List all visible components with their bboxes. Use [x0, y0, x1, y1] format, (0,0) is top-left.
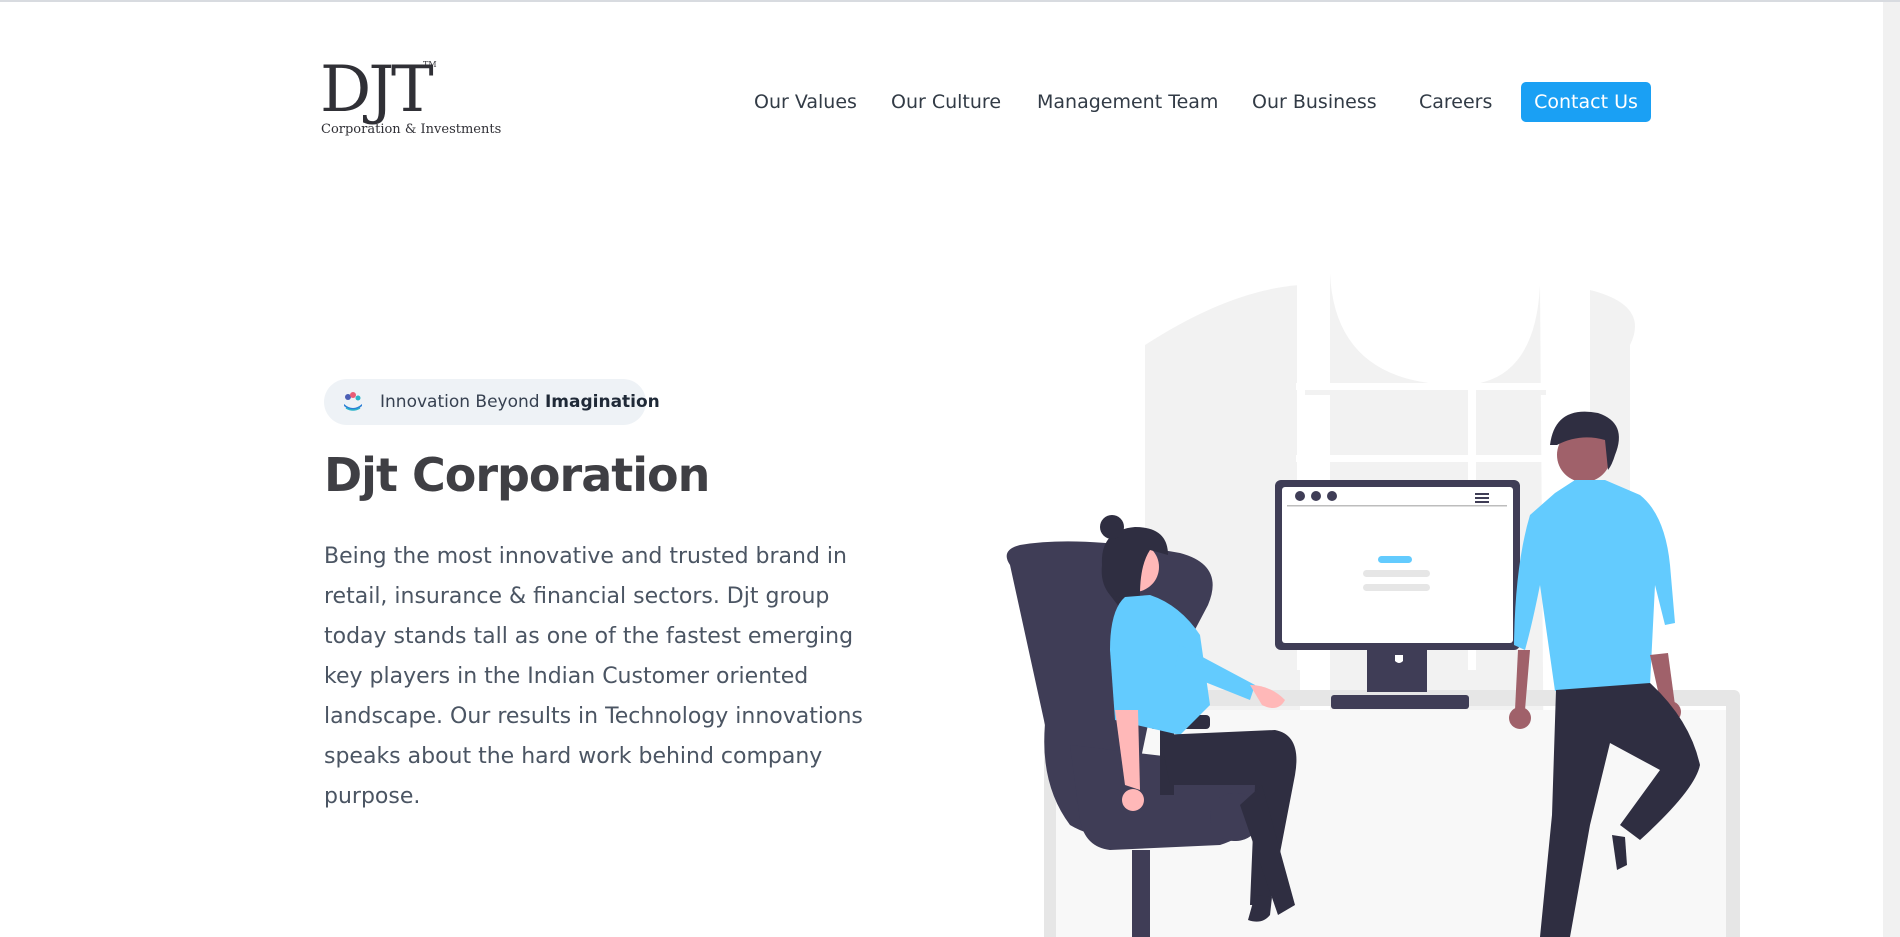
- tagline-text: Innovation Beyond Imagination: [380, 392, 660, 412]
- hero-description: Being the most innovative and trusted br…: [324, 544, 863, 809]
- top-border: [0, 0, 1900, 2]
- company-logo[interactable]: DJT TM Corporation & Investments: [320, 58, 502, 142]
- vertical-scrollbar[interactable]: [1883, 2, 1900, 937]
- tagline-badge: Innovation Beyond Imagination: [324, 379, 660, 425]
- hero-title: Djt Corporation: [324, 448, 710, 502]
- contact-us-button[interactable]: Contact Us: [1521, 82, 1651, 122]
- innovation-icon: [344, 392, 362, 411]
- logo-subtitle: Corporation & Investments: [321, 122, 502, 137]
- nav-our-values[interactable]: Our Values: [754, 82, 857, 122]
- nav-our-culture[interactable]: Our Culture: [891, 82, 1001, 122]
- logo-mark: DJT: [320, 53, 434, 127]
- nav-our-business[interactable]: Our Business: [1252, 82, 1377, 122]
- nav-management-team[interactable]: Management Team: [1037, 82, 1218, 122]
- nav-careers[interactable]: Careers: [1419, 82, 1492, 122]
- logo-trademark: TM: [423, 60, 437, 69]
- office-illustration: [1006, 270, 1740, 937]
